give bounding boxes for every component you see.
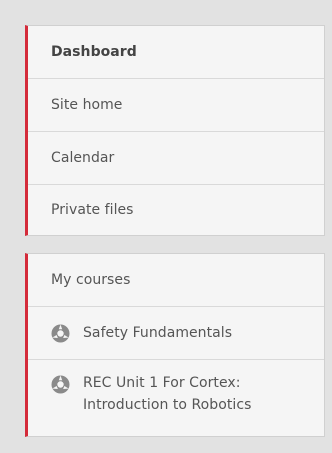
course-name-line-1: REC Unit 1 For Cortex: [83,375,241,391]
nav-item-calendar[interactable]: Calendar [28,132,324,185]
course-icon [51,324,70,342]
course-icon [51,375,70,394]
course-item-rec-unit-1[interactable]: REC Unit 1 For Cortex: Introduction to R… [28,360,324,436]
nav-item-my-courses[interactable]: My courses [28,254,324,307]
course-name-line-2: Introduction to Robotics [83,397,252,413]
nav-item-dashboard[interactable]: Dashboard [28,26,324,79]
nav-item-private-files[interactable]: Private files [28,185,324,235]
nav-item-label: Site home [51,97,123,113]
course-item-safety-fundamentals[interactable]: Safety Fundamentals [28,307,324,360]
my-courses-block: My courses Safety Fundamentals REC Unit … [25,253,325,437]
nav-item-site-home[interactable]: Site home [28,79,324,132]
nav-item-label: Calendar [51,150,115,166]
main-navigation-block: Dashboard Site home Calendar Private fil… [25,25,325,236]
course-name: REC Unit 1 For Cortex: Introduction to R… [83,372,251,416]
course-name: Safety Fundamentals [83,325,233,341]
nav-item-label: My courses [51,272,131,288]
nav-item-label: Dashboard [51,44,137,60]
nav-item-label: Private files [51,202,134,218]
